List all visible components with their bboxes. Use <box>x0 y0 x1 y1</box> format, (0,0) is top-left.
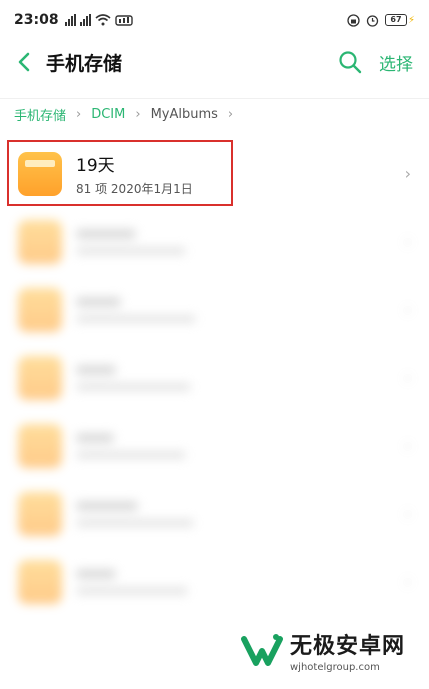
folder-row-blurred[interactable]: › <box>0 344 429 412</box>
status-left-icons <box>64 14 133 26</box>
folder-row-blurred[interactable]: › <box>0 276 429 344</box>
network-icon <box>114 15 133 26</box>
blurred-rows: › › › › › › <box>0 208 429 616</box>
status-time: 23:08 <box>14 12 59 28</box>
charging-icon: ⚡ <box>407 14 415 26</box>
folder-text-blurred <box>76 229 186 255</box>
highlight-box <box>7 140 233 206</box>
blurred-meta <box>76 315 196 323</box>
folder-text-blurred <box>76 501 194 527</box>
blurred-meta <box>76 519 194 527</box>
folder-icon <box>18 220 62 264</box>
folder-icon <box>18 560 62 604</box>
folder-row-blurred[interactable]: › <box>0 412 429 480</box>
blurred-meta <box>76 587 188 595</box>
status-bar: 23:08 67 ⚡ <box>0 0 429 40</box>
back-arrow-icon <box>18 52 30 72</box>
blurred-meta <box>76 383 191 391</box>
folder-row-blurred[interactable]: › <box>0 548 429 616</box>
breadcrumb-item-myalbums[interactable]: MyAlbums <box>151 107 218 122</box>
watermark-text: 无极安卓网 wjhotelgroup.com <box>290 628 405 673</box>
chevron-right-icon: › <box>404 300 411 319</box>
chevron-right-icon: › <box>404 368 411 387</box>
folder-text-blurred <box>76 569 188 595</box>
status-right: 67 ⚡ <box>347 13 415 27</box>
chevron-right-icon: › <box>404 504 411 523</box>
battery-level: 67 <box>384 14 407 26</box>
app-header: 手机存储 选择 <box>0 40 429 84</box>
signal-icon-2 <box>79 14 91 26</box>
chevron-right-icon: › <box>404 164 411 183</box>
breadcrumb: 手机存储 › DCIM › MyAlbums › <box>0 98 429 130</box>
folder-text-blurred <box>76 365 191 391</box>
chevron-right-icon: › <box>227 107 234 122</box>
watermark-url: wjhotelgroup.com <box>290 662 380 673</box>
breadcrumb-item-dcim[interactable]: DCIM <box>91 107 125 122</box>
folder-icon <box>18 424 62 468</box>
signal-icon <box>64 14 76 26</box>
search-button[interactable] <box>335 47 365 77</box>
folder-row-blurred[interactable]: › <box>0 208 429 276</box>
watermark-brand: 无极安卓网 <box>290 634 406 659</box>
folder-text-blurred <box>76 297 196 323</box>
wifi-icon <box>95 14 111 26</box>
watermark: 无极安卓网 wjhotelgroup.com <box>240 628 405 673</box>
chevron-right-icon: › <box>404 232 411 251</box>
folder-icon <box>18 492 62 536</box>
lock-rotation-icon <box>347 13 360 27</box>
header-actions: 选择 <box>335 47 413 77</box>
blurred-title <box>76 569 116 579</box>
blurred-meta <box>76 247 186 255</box>
blurred-meta <box>76 451 186 459</box>
chevron-right-icon: › <box>404 572 411 591</box>
blurred-title <box>76 297 121 307</box>
blurred-title <box>76 433 114 443</box>
chevron-right-icon: › <box>135 107 141 122</box>
select-button[interactable]: 选择 <box>379 50 413 75</box>
folder-row-blurred[interactable]: › <box>0 480 429 548</box>
folder-icon <box>18 288 62 332</box>
watermark-logo <box>241 633 283 666</box>
blurred-title <box>76 365 116 375</box>
chevron-right-icon: › <box>76 107 82 122</box>
chevron-right-icon: › <box>404 436 411 455</box>
battery-icon: 67 ⚡ <box>384 14 415 26</box>
blurred-title <box>76 229 136 239</box>
alarm-icon <box>366 14 379 27</box>
blurred-title <box>76 501 138 511</box>
breadcrumb-item-storage[interactable]: 手机存储 <box>14 105 66 124</box>
page-title: 手机存储 <box>46 52 123 75</box>
back-button[interactable] <box>6 40 42 84</box>
search-icon <box>339 51 362 74</box>
folder-text-blurred <box>76 433 186 459</box>
folder-icon <box>18 356 62 400</box>
folder-list: 19天 81 项 2020年1月1日 › › › › › › › <box>0 140 429 616</box>
